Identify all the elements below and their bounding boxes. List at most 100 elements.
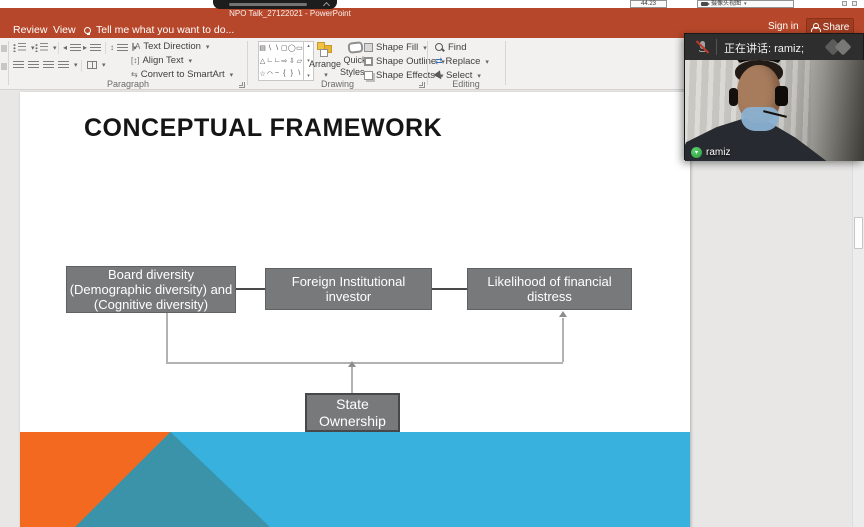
diagram-box-financial-distress[interactable]: Likelihood of financial distress xyxy=(467,268,632,310)
camera-icon xyxy=(701,2,708,6)
smartart-icon: ⇆ xyxy=(131,70,138,79)
slide-title[interactable]: CONCEPTUAL FRAMEWORK xyxy=(84,114,442,143)
shape-fill-button[interactable]: Shape Fill xyxy=(364,42,427,53)
group-paragraph: ◂ ▸ ↕ ∥AText Direction [↕]Align Text ⇆Co… xyxy=(9,38,247,90)
screen-share-pill[interactable] xyxy=(213,0,337,9)
text-direction-label: Text Direction xyxy=(143,41,201,52)
mini-divider xyxy=(81,60,82,72)
cutoff-group-icon xyxy=(1,45,7,52)
arrange-label: Arrange xyxy=(309,59,341,69)
replace-button[interactable]: ⇄Replace xyxy=(435,56,489,67)
align-right-icon xyxy=(43,61,54,69)
group-drawing: ▤ \ \ ▢ ◯ ▭ △ ∟ ∟ ⇨ ⇩ ▱ ☆ ◠ ~ { } xyxy=(248,38,427,90)
replace-label: Replace xyxy=(446,56,481,67)
shape-icon[interactable]: ▱ xyxy=(297,57,302,65)
align-text-button[interactable]: [↕]Align Text xyxy=(131,55,192,66)
diagram-box-board-diversity[interactable]: Board diversity (Demographic diversity) … xyxy=(66,266,236,313)
audio-active-icon: ▾ xyxy=(691,147,702,158)
mini-divider xyxy=(105,42,106,54)
muted-microphone-icon[interactable] xyxy=(695,40,709,54)
tell-me-label: Tell me what you want to do... xyxy=(96,24,234,36)
shape-icon[interactable]: ◠ xyxy=(267,70,273,78)
speaking-status: 正在讲话: ramiz; xyxy=(724,40,804,56)
shape-icon[interactable]: △ xyxy=(260,57,265,65)
dialog-launcher-icon[interactable] xyxy=(419,82,425,88)
camera-view-label: 摄像头视图 xyxy=(711,1,741,7)
header-divider xyxy=(716,39,717,55)
shape-icon[interactable]: { xyxy=(283,70,285,77)
drawing-group-label: Drawing xyxy=(248,79,427,89)
chevron-up-icon xyxy=(323,2,330,9)
shape-icon[interactable]: ▭ xyxy=(296,44,303,52)
numbered-list-icon xyxy=(35,43,48,52)
shape-icon[interactable]: \ xyxy=(298,70,300,77)
recording-timer: 44.23 xyxy=(630,0,667,8)
shape-icon[interactable]: ∟ xyxy=(274,57,281,64)
shapes-grid[interactable]: ▤ \ \ ▢ ◯ ▭ △ ∟ ∟ ⇨ ⇩ ▱ ☆ ◠ ~ { } xyxy=(259,42,303,80)
webcam-header: 正在讲话: ramiz; xyxy=(685,34,863,60)
connector-horizontal xyxy=(166,362,563,364)
shape-icon[interactable]: ▤ xyxy=(259,44,266,52)
diagram-box-state-ownership[interactable]: State Ownership xyxy=(305,393,400,432)
spacing-bars-icon xyxy=(117,44,128,52)
shape-fill-icon xyxy=(364,43,373,52)
align-text-icon: [↕] xyxy=(131,56,139,65)
mini-divider xyxy=(58,42,59,54)
sign-in-link[interactable]: Sign in xyxy=(768,21,799,32)
justify-icon xyxy=(58,61,69,69)
connector-down-from-board xyxy=(166,313,168,362)
find-button[interactable]: Find xyxy=(435,42,466,53)
shape-icon[interactable]: ☆ xyxy=(259,70,265,78)
vertical-scrollbar-thumb[interactable] xyxy=(854,217,863,249)
editing-group-label: Editing xyxy=(427,79,505,89)
justify-button[interactable] xyxy=(58,61,78,69)
connector-up-to-likelihood xyxy=(562,318,564,362)
arrange-button[interactable]: Arrange xyxy=(308,42,342,81)
shape-icon[interactable]: \ xyxy=(276,45,278,52)
bullets-button[interactable] xyxy=(13,43,35,52)
connector-foreign-likelihood xyxy=(432,288,467,290)
quick-styles-icon xyxy=(347,41,363,54)
shape-icon[interactable]: } xyxy=(291,70,293,77)
shapes-gallery[interactable]: ▤ \ \ ▢ ◯ ▭ △ ∟ ∟ ⇨ ⇩ ▱ ☆ ◠ ~ { } xyxy=(258,41,314,81)
tab-review[interactable]: Review xyxy=(9,22,51,38)
diagram-box-foreign-investor[interactable]: Foreign Institutional investor xyxy=(265,268,432,310)
participant-name: ramiz xyxy=(706,147,730,158)
increase-indent-icon xyxy=(90,44,101,52)
align-text-label: Align Text xyxy=(142,55,183,66)
shape-icon[interactable]: ⇨ xyxy=(281,57,287,65)
shape-icon[interactable]: ⇩ xyxy=(289,57,295,65)
numbering-button[interactable] xyxy=(35,43,57,52)
person-icon xyxy=(811,23,819,32)
group-editing: Find ⇄Replace Select Editing xyxy=(427,38,505,90)
dialog-launcher-icon[interactable] xyxy=(239,82,245,88)
shape-fill-label: Shape Fill xyxy=(376,42,418,53)
bullet-list-icon xyxy=(13,43,26,52)
tell-me-box[interactable]: Tell me what you want to do... xyxy=(84,22,234,38)
replace-icon: ⇄ xyxy=(435,56,443,67)
webcam-overlay-window[interactable]: 正在讲话: ramiz; ▾ ramiz xyxy=(684,33,864,160)
columns-icon xyxy=(87,61,97,69)
cutoff-group-icon xyxy=(1,63,7,70)
align-left-button[interactable] xyxy=(13,61,24,69)
slide-canvas: CONCEPTUAL FRAMEWORK Board diversity (De… xyxy=(20,92,690,527)
columns-button[interactable] xyxy=(87,61,106,69)
increase-indent-button[interactable]: ▸ xyxy=(83,43,101,52)
arrowhead-into-likelihood xyxy=(559,311,567,317)
align-right-button[interactable] xyxy=(43,61,54,69)
camera-view-dropdown[interactable]: 摄像头视图 ▾ xyxy=(697,0,794,8)
headset-earcup-right xyxy=(775,86,788,106)
lightbulb-icon xyxy=(84,27,91,34)
tab-view[interactable]: View xyxy=(49,22,80,38)
align-center-button[interactable] xyxy=(28,61,39,69)
shape-icon[interactable]: ▢ xyxy=(281,44,288,52)
align-center-icon xyxy=(28,61,39,69)
shape-icon[interactable]: ◯ xyxy=(288,44,296,52)
shape-icon[interactable]: ~ xyxy=(275,70,279,77)
shape-icon[interactable]: ∟ xyxy=(266,57,273,64)
face-mask xyxy=(741,107,779,131)
text-direction-button[interactable]: ∥AText Direction xyxy=(131,41,209,52)
decrease-indent-button[interactable]: ◂ xyxy=(63,43,81,52)
chevron-down-icon: ▾ xyxy=(744,1,747,7)
shape-icon[interactable]: \ xyxy=(269,45,271,52)
